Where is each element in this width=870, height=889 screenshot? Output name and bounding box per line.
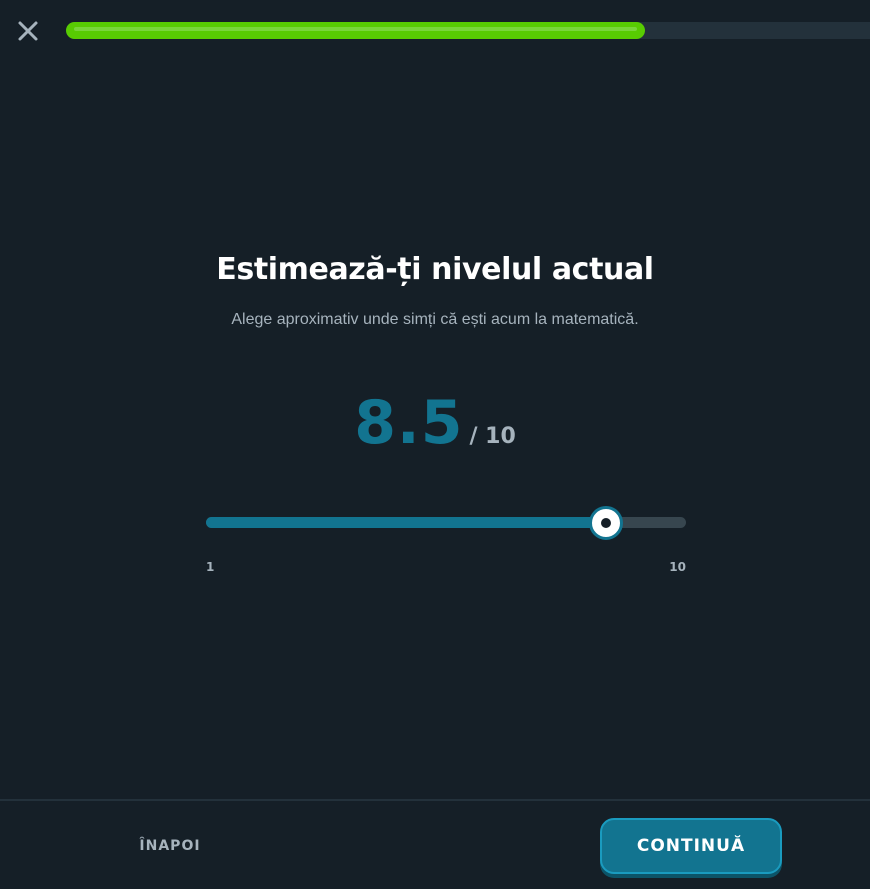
back-button[interactable]: ÎNAPOI — [120, 829, 220, 863]
score-display: 8.5/ 10 — [0, 388, 870, 458]
progress-highlight — [74, 27, 637, 31]
progress-fill — [66, 22, 645, 39]
page-title: Estimează-ți nivelul actual — [216, 252, 654, 287]
score-value: 8.5 — [354, 388, 464, 458]
slider-thumb-dot — [601, 518, 611, 528]
slider-min-label: 1 — [206, 560, 215, 574]
page-subtitle: Alege aproximativ unde simți că ești acu… — [231, 311, 639, 328]
continue-button[interactable]: CONTINUĂ — [600, 818, 782, 874]
slider-max-label: 10 — [669, 560, 686, 574]
close-button[interactable] — [14, 17, 42, 45]
close-icon — [18, 21, 38, 41]
footer: ÎNAPOI CONTINUĂ — [0, 799, 870, 889]
level-slider[interactable] — [206, 504, 686, 542]
lesson-progress-bar — [66, 22, 870, 39]
slider-fill — [206, 517, 606, 528]
score-max: / 10 — [469, 424, 516, 449]
slider-thumb[interactable] — [589, 506, 623, 540]
page: Estimează-ți nivelul actual Alege aproxi… — [0, 0, 870, 889]
